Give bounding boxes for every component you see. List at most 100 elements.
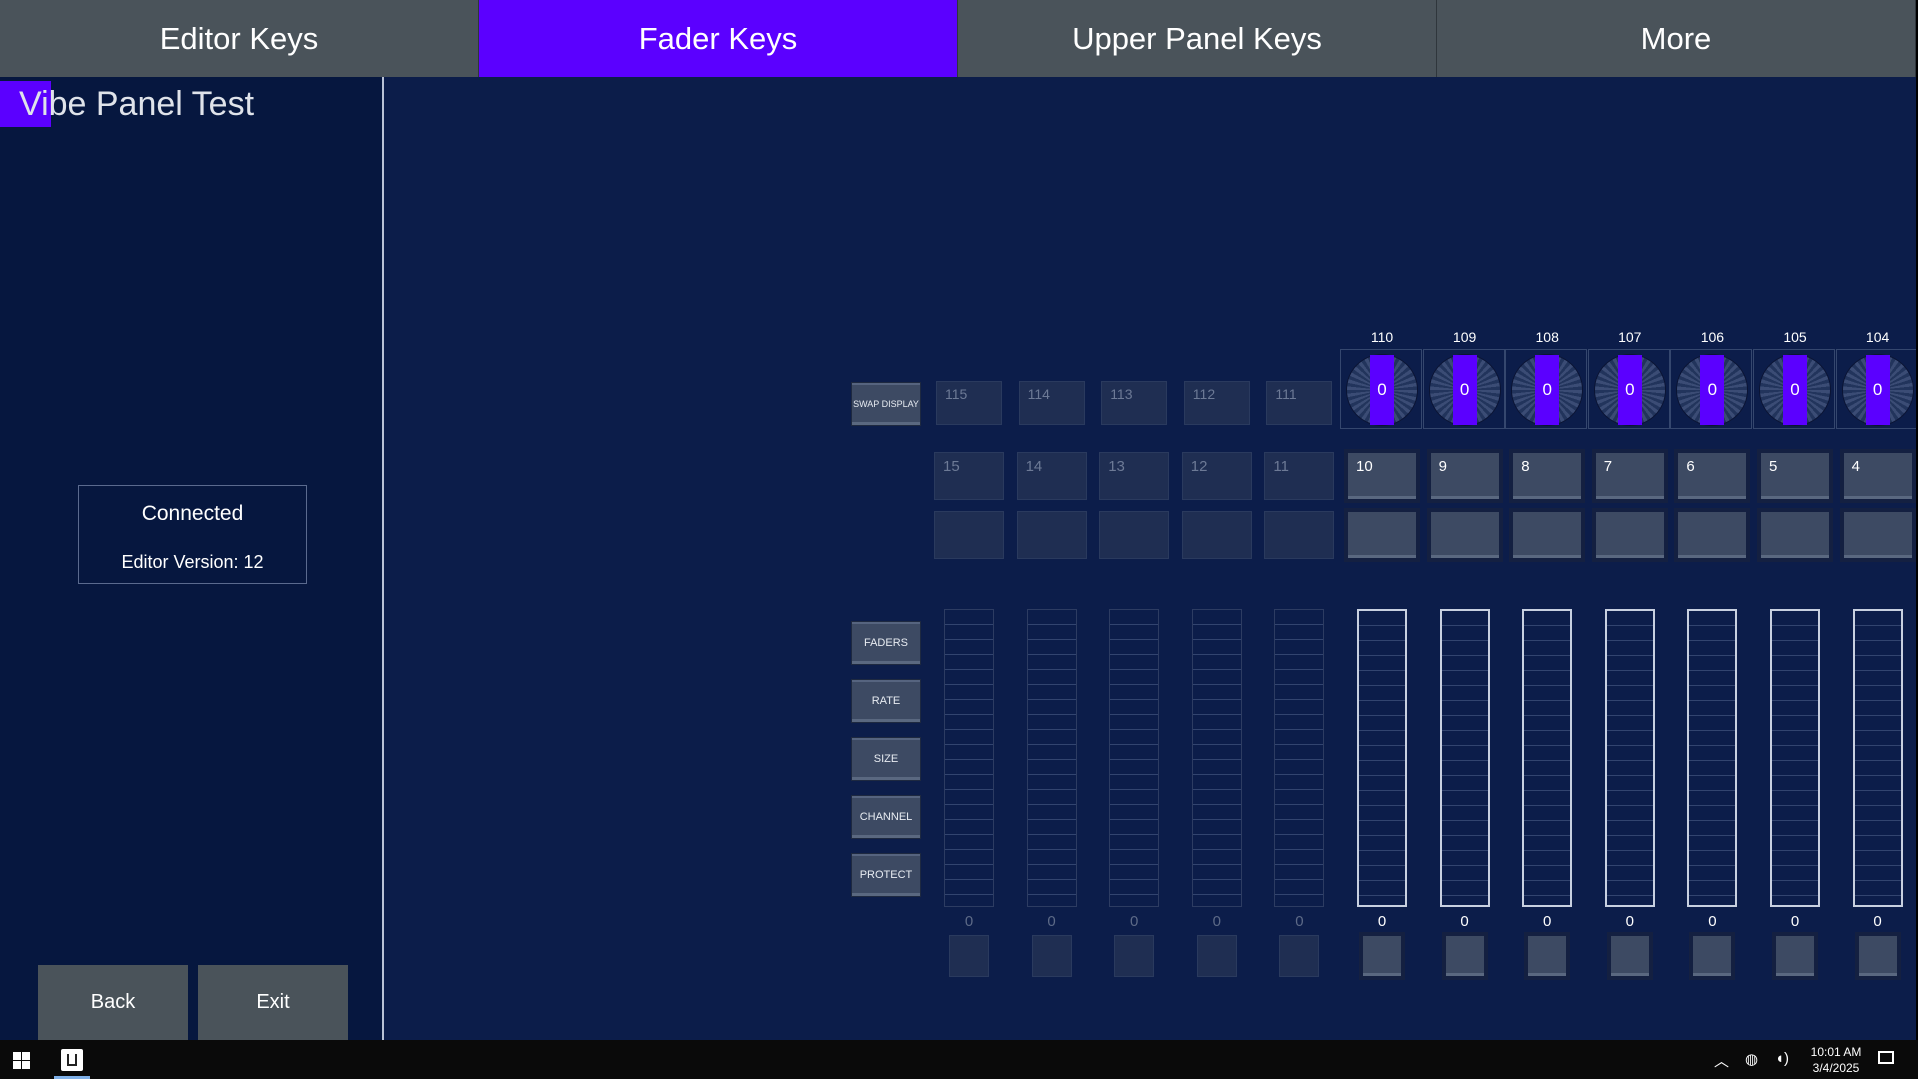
fader-value: 0 [1047, 913, 1056, 930]
fader-select-button[interactable] [1444, 935, 1485, 977]
fader-blank-button[interactable] [1264, 511, 1335, 559]
upper-key-button[interactable]: 115 [936, 381, 1002, 425]
windows-start-icon[interactable] [13, 1052, 30, 1069]
size-button[interactable]: SIZE [851, 737, 921, 781]
fader-track[interactable] [1604, 609, 1655, 907]
knob-number: 106 [1700, 329, 1725, 345]
fader-key-button[interactable]: 4 [1842, 452, 1913, 500]
fader-key-button[interactable]: 12 [1181, 452, 1252, 500]
fader-select-button[interactable] [1114, 935, 1155, 977]
fader-key-button[interactable]: 9 [1429, 452, 1500, 500]
fader-select-button[interactable] [1196, 935, 1237, 977]
fader-blank-button[interactable] [1347, 511, 1417, 559]
upper-key-button[interactable]: 113 [1101, 381, 1168, 425]
fader-select-button[interactable] [1775, 935, 1815, 977]
fader-value: 0 [1295, 913, 1304, 930]
fader-key-button[interactable]: 8 [1512, 452, 1583, 500]
fader-panel: SWAP DISPLAY FADERS RATE SIZE CHANNEL PR… [384, 77, 1916, 1040]
fader-select-button[interactable] [1527, 935, 1568, 977]
clock[interactable]: 10:01 AM 3/4/2025 [1806, 1044, 1866, 1076]
fader-select-button[interactable] [1857, 935, 1898, 977]
speaker-icon[interactable]: ◖) [1775, 1050, 1789, 1067]
fader-select-button[interactable] [949, 935, 989, 977]
knob-value[interactable]: 0 [1700, 355, 1725, 425]
fader-track[interactable] [1026, 609, 1077, 907]
fader-track[interactable] [1522, 609, 1573, 907]
fader-track[interactable] [1687, 609, 1738, 907]
fader-select-button[interactable] [1609, 935, 1650, 977]
fader-blank-button[interactable] [1429, 511, 1500, 559]
fader-track[interactable] [1109, 609, 1160, 907]
fader-value: 0 [1130, 913, 1139, 930]
connection-status: Connected [141, 502, 244, 525]
fader-key-button[interactable]: 7 [1594, 452, 1665, 500]
fader-blank-button[interactable] [934, 511, 1004, 559]
fader-track[interactable] [1191, 609, 1242, 907]
fader-value: 0 [1873, 913, 1882, 930]
upper-key-button[interactable]: 114 [1018, 381, 1085, 425]
tab-fader-keys[interactable]: Fader Keys [479, 0, 958, 77]
knob-number: 105 [1783, 329, 1807, 345]
fader-key-button[interactable]: 11 [1264, 452, 1335, 500]
knob-value[interactable]: 0 [1617, 355, 1642, 425]
fader-track[interactable] [1357, 609, 1407, 907]
channel-button[interactable]: CHANNEL [851, 795, 921, 839]
protect-button[interactable]: PROTECT [851, 853, 921, 897]
fader-track[interactable] [944, 609, 994, 907]
fader-track[interactable] [1274, 609, 1325, 907]
globe-icon[interactable]: ◍ [1745, 1050, 1758, 1068]
fader-track[interactable] [1852, 609, 1903, 907]
upper-key-button[interactable]: 111 [1266, 381, 1333, 425]
fader-select-button[interactable] [1692, 935, 1733, 977]
fader-blank-button[interactable] [1677, 511, 1748, 559]
fader-blank-button[interactable] [1181, 511, 1252, 559]
fader-value: 0 [1377, 913, 1387, 930]
back-button[interactable]: Back [38, 965, 188, 1040]
page-title: Vibe Panel Test [0, 81, 254, 127]
fader-blank-button[interactable] [1842, 511, 1913, 559]
tab-more[interactable]: More [1437, 0, 1916, 77]
fader-select-button[interactable] [1279, 935, 1320, 977]
fader-key-button[interactable]: 13 [1099, 452, 1170, 500]
swap-display-button[interactable]: SWAP DISPLAY [851, 382, 921, 426]
app-window: Editor Keys Fader Keys Upper Panel Keys … [0, 0, 1916, 1040]
chevron-up-icon[interactable]: ︿ [1714, 1050, 1729, 1071]
fader-key-button[interactable]: 14 [1016, 452, 1087, 500]
rate-button[interactable]: RATE [851, 679, 921, 723]
fader-key-button[interactable]: 6 [1677, 452, 1748, 500]
fader-value: 0 [1543, 913, 1552, 930]
fader-key-button[interactable]: 15 [934, 452, 1004, 500]
fader-track[interactable] [1770, 609, 1820, 907]
knob-value[interactable]: 0 [1535, 355, 1560, 425]
connection-status-box: Connected Editor Version: 12 [78, 485, 307, 584]
fader-blank-button[interactable] [1099, 511, 1170, 559]
fader-key-button[interactable]: 10 [1347, 452, 1417, 500]
sidebar: Vibe Panel Test Connected Editor Version… [0, 77, 384, 1040]
faders-button[interactable]: FADERS [851, 621, 921, 665]
tab-editor-keys[interactable]: Editor Keys [0, 0, 479, 77]
notification-icon[interactable] [1878, 1051, 1894, 1064]
fader-value: 0 [1708, 913, 1717, 930]
exit-button[interactable]: Exit [198, 965, 348, 1040]
fader-blank-button[interactable] [1016, 511, 1087, 559]
editor-version: Editor Version: 12 [121, 552, 264, 572]
fader-select-button[interactable] [1031, 935, 1072, 977]
fader-select-button[interactable] [1362, 935, 1402, 977]
app-icon[interactable] [61, 1049, 83, 1071]
knob-value[interactable]: 0 [1370, 355, 1394, 425]
fader-blank-button[interactable] [1512, 511, 1583, 559]
fader-track[interactable] [1439, 609, 1490, 907]
upper-key-button[interactable]: 112 [1183, 381, 1250, 425]
knob-value[interactable]: 0 [1783, 355, 1807, 425]
knob-value[interactable]: 0 [1865, 355, 1890, 425]
knob-value[interactable]: 0 [1452, 355, 1477, 425]
page-title-text: Vibe Panel Test [19, 84, 255, 123]
fader-blank-button[interactable] [1760, 511, 1830, 559]
fader-value: 0 [1212, 913, 1221, 930]
tab-upper-panel-keys[interactable]: Upper Panel Keys [958, 0, 1437, 77]
knob-number: 107 [1618, 329, 1642, 345]
knob-number: 108 [1535, 329, 1559, 345]
fader-key-button[interactable]: 5 [1760, 452, 1830, 500]
fader-blank-button[interactable] [1594, 511, 1665, 559]
tab-bar: Editor Keys Fader Keys Upper Panel Keys … [0, 0, 1916, 77]
